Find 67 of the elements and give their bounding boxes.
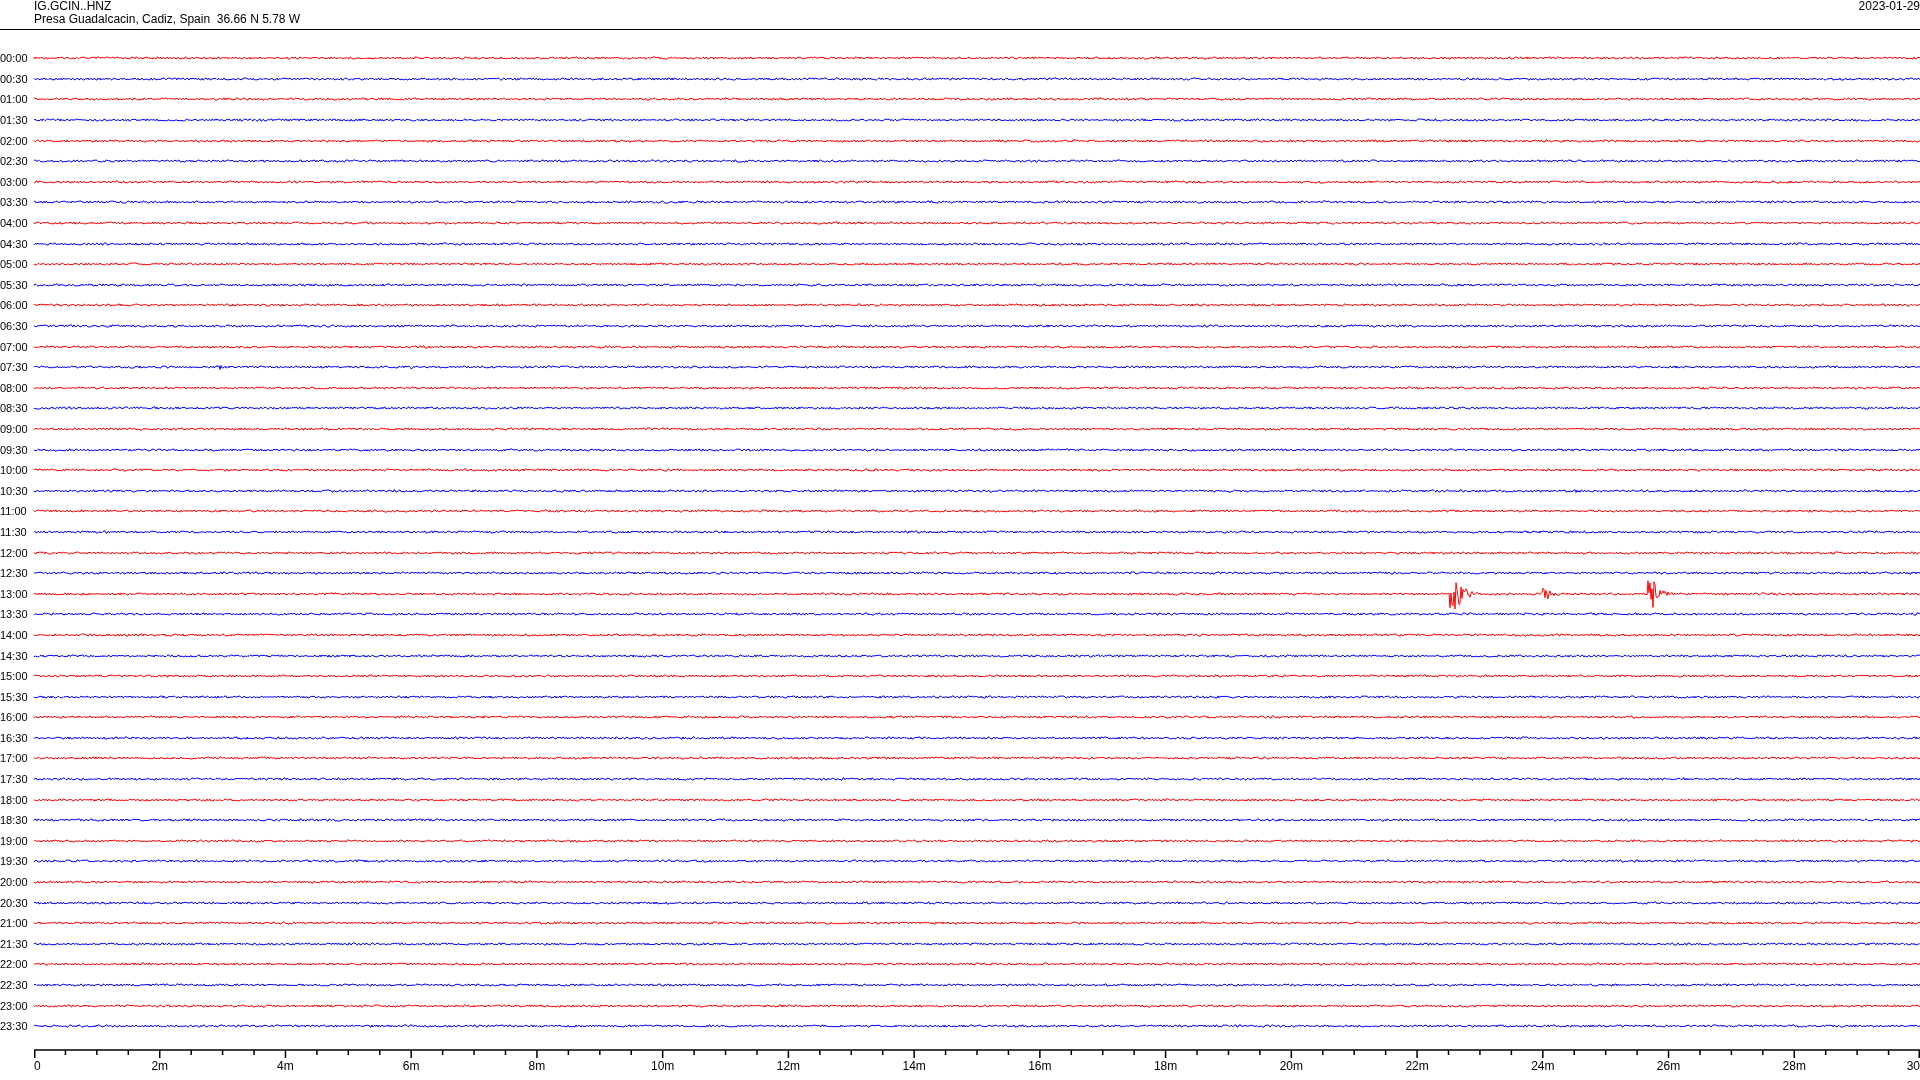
hour-label: 17:30 — [0, 773, 29, 786]
hour-label: 05:00 — [0, 258, 29, 271]
hour-label: 16:00 — [0, 711, 29, 724]
hour-label: 08:30 — [0, 402, 29, 415]
hour-label: 04:00 — [0, 217, 29, 230]
time-tick-label: 30 — [1906, 1060, 1920, 1073]
time-tick-label: 8m — [528, 1060, 546, 1073]
hour-label: 16:30 — [0, 731, 29, 744]
hour-label: 22:00 — [0, 958, 29, 971]
hour-label: 10:30 — [0, 484, 29, 497]
time-tick-label: 28m — [1782, 1060, 1806, 1073]
hour-label: 19:00 — [0, 834, 29, 847]
time-tick-label: 26m — [1656, 1060, 1681, 1073]
hour-label: 12:00 — [0, 546, 29, 559]
hour-label: 06:30 — [0, 320, 29, 332]
hour-label: 18:00 — [0, 793, 29, 806]
hour-label: 07:00 — [0, 340, 29, 353]
time-tick-label: 16m — [1028, 1060, 1052, 1073]
time-tick-label: 4m — [277, 1060, 294, 1073]
hour-label: 10:00 — [0, 464, 29, 477]
time-tick-label: 12m — [776, 1060, 801, 1073]
hour-label: 00:30 — [0, 72, 29, 85]
hour-label: 23:00 — [0, 999, 29, 1012]
hour-label: 09:00 — [0, 423, 29, 435]
hour-label: 15:00 — [0, 670, 29, 683]
station-location: Presa Guadalcacin, Cadiz, Spain 36.66 N 5.78 W — [34, 13, 301, 26]
hour-label: 05:30 — [0, 278, 29, 291]
time-tick-label: 20m — [1279, 1060, 1303, 1073]
hour-label: 18:30 — [0, 814, 29, 827]
hour-label: 03:00 — [0, 175, 29, 188]
time-tick-label: 14m — [902, 1060, 926, 1073]
hour-label: 04:30 — [0, 237, 29, 250]
time-tick-label: 0 — [34, 1060, 41, 1073]
hour-label: 22:30 — [0, 979, 29, 991]
hour-label: 00:00 — [0, 52, 29, 65]
hour-label: 21:30 — [0, 937, 29, 950]
hour-label: 01:30 — [0, 114, 29, 127]
hour-label: 21:00 — [0, 917, 29, 930]
hour-label: 02:30 — [0, 155, 29, 168]
hour-label: 09:30 — [0, 443, 29, 456]
plot-date: 2023-01-29 — [1858, 0, 1920, 13]
time-tick-label: 10m — [651, 1060, 675, 1073]
time-tick-label: 22m — [1405, 1060, 1429, 1073]
hour-label: 23:30 — [0, 1020, 29, 1033]
hour-label: 19:30 — [0, 855, 29, 868]
hour-label: 03:30 — [0, 196, 29, 209]
hour-label: 20:30 — [0, 896, 29, 909]
hour-label: 13:00 — [0, 587, 29, 600]
hour-label: 14:00 — [0, 628, 29, 641]
hour-label: 06:00 — [0, 299, 29, 312]
hour-label: 15:30 — [0, 690, 29, 703]
time-tick-label: 6m — [402, 1060, 420, 1073]
hour-label: 01:00 — [0, 93, 29, 106]
time-tick-label: 2m — [151, 1060, 169, 1073]
time-tick-label: 24m — [1531, 1060, 1555, 1073]
hour-label: 13:30 — [0, 608, 29, 621]
station-code: IG.GCIN..HNZ — [34, 0, 113, 13]
hour-label: 20:00 — [0, 876, 29, 889]
hour-label: 08:00 — [0, 381, 29, 394]
hour-label: 11:30 — [0, 525, 28, 538]
time-tick-label: 18m — [1153, 1060, 1178, 1073]
hour-label: 07:30 — [0, 361, 29, 374]
hour-label: 02:00 — [0, 134, 29, 147]
hour-label: 11:00 — [0, 505, 28, 518]
hour-label: 12:30 — [0, 567, 29, 580]
hour-label: 17:00 — [0, 752, 29, 765]
hour-label: 14:30 — [0, 649, 29, 662]
